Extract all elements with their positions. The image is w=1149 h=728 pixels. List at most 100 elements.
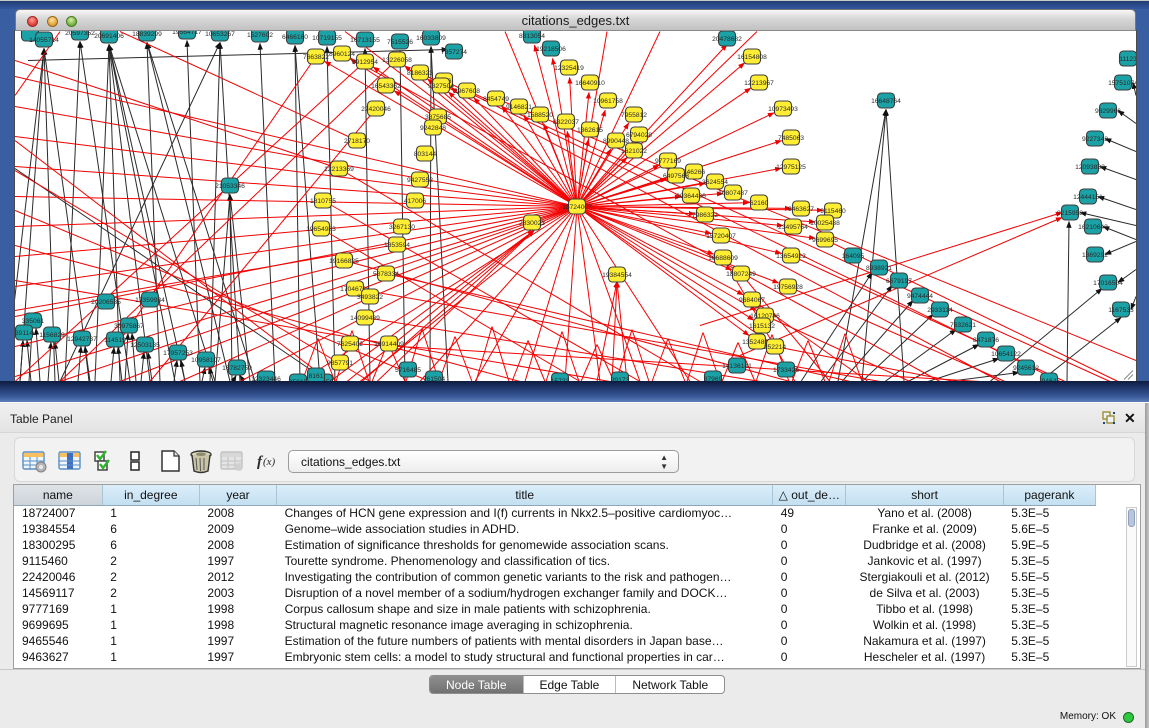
svg-text:22420046: 22420046 — [361, 105, 391, 112]
svg-text:7515526: 7515526 — [387, 38, 413, 45]
svg-text:10958107: 10958107 — [191, 356, 221, 363]
svg-text:3493822: 3493822 — [357, 293, 383, 300]
svg-text:8215958: 8215958 — [1057, 209, 1083, 216]
svg-text:10654122: 10654122 — [991, 350, 1021, 357]
svg-text:16210643: 16210643 — [1078, 223, 1108, 230]
svg-text:9242848: 9242848 — [420, 124, 446, 131]
svg-text:7663822: 7663822 — [303, 53, 329, 60]
svg-text:10961758: 10961758 — [593, 97, 623, 104]
svg-text:7986322: 7986322 — [692, 211, 718, 218]
svg-text:164095: 164095 — [842, 252, 865, 259]
svg-text:12325419: 12325419 — [554, 64, 584, 71]
svg-text:9115460: 9115460 — [820, 207, 846, 214]
svg-text:417006: 417006 — [404, 197, 427, 204]
svg-text:1369292: 1369292 — [1082, 251, 1108, 258]
svg-text:6466160: 6466160 — [282, 33, 308, 40]
svg-text:16154808: 16154808 — [737, 53, 767, 60]
svg-text:12503135: 12503135 — [130, 341, 160, 348]
svg-text:16033809: 16033809 — [416, 34, 446, 41]
svg-text:1733426: 1733426 — [773, 366, 799, 373]
svg-text:114519: 114519 — [104, 336, 126, 343]
svg-text:20597352: 20597352 — [65, 31, 95, 37]
svg-text:2718170: 2718170 — [344, 137, 370, 144]
svg-text:17957253: 17957253 — [163, 349, 193, 356]
svg-text:8471876: 8471876 — [973, 336, 999, 343]
svg-text:9327504: 9327504 — [428, 82, 454, 89]
svg-text:12942737: 12942737 — [67, 335, 97, 342]
svg-text:9777169: 9777169 — [655, 157, 681, 164]
svg-text:9329966: 9329966 — [1095, 107, 1121, 114]
svg-text:23495764: 23495764 — [778, 223, 808, 230]
svg-text:18724007: 18724007 — [562, 203, 592, 210]
svg-text:19384554: 19384554 — [602, 271, 632, 278]
svg-text:17359934: 17359934 — [135, 296, 165, 303]
svg-text:3624554: 3624554 — [702, 178, 728, 185]
svg-text:19218506: 19218506 — [536, 45, 566, 52]
svg-text:17016504: 17016504 — [1093, 279, 1123, 286]
svg-text:5716485: 5716485 — [395, 366, 421, 373]
svg-text:6794028: 6794028 — [626, 131, 652, 138]
svg-text:16713155: 16713155 — [350, 36, 380, 43]
svg-text:20478682: 20478682 — [712, 35, 742, 42]
svg-text:8990448: 8990448 — [603, 137, 629, 144]
svg-text:20206535: 20206535 — [91, 298, 121, 305]
svg-text:14136141: 14136141 — [722, 362, 752, 369]
svg-text:7357274: 7357274 — [441, 48, 467, 55]
svg-text:19166825: 19166825 — [329, 257, 359, 264]
svg-text:8454749: 8454749 — [483, 95, 509, 102]
svg-text:62160: 62160 — [750, 199, 769, 206]
svg-text:(x): (x) — [263, 456, 276, 468]
svg-text:10719155: 10719155 — [312, 34, 342, 41]
svg-text:9463627: 9463627 — [788, 205, 814, 212]
svg-text:10653267: 10653267 — [205, 31, 235, 38]
svg-text:10807487: 10807487 — [718, 189, 748, 196]
svg-text:1353594: 1353594 — [384, 241, 410, 248]
svg-text:6497568: 6497568 — [663, 172, 689, 179]
svg-text:11123: 11123 — [1119, 55, 1136, 62]
svg-text:1621022: 1621022 — [621, 147, 647, 154]
svg-text:10025438: 10025438 — [810, 219, 840, 226]
svg-text:16782759: 16782759 — [222, 364, 252, 371]
svg-text:7625402: 7625402 — [337, 340, 363, 347]
svg-text:2830023: 2830023 — [519, 219, 545, 226]
svg-text:12213369: 12213369 — [324, 165, 354, 172]
svg-text:9227342: 9227342 — [1082, 135, 1108, 142]
svg-text:9474444: 9474444 — [907, 292, 933, 299]
svg-text:3267130: 3267130 — [389, 223, 415, 230]
svg-text:6679197: 6679197 — [886, 277, 912, 284]
svg-text:15720407: 15720407 — [706, 232, 736, 239]
svg-text:16543362: 16543362 — [371, 82, 401, 89]
svg-text:7485063: 7485063 — [778, 134, 804, 141]
svg-text:16648764: 16648764 — [871, 97, 901, 104]
svg-text:9427552: 9427552 — [407, 176, 433, 183]
svg-text:5878334: 5878334 — [373, 270, 399, 277]
svg-text:8186323: 8186323 — [407, 69, 433, 76]
svg-text:13654923: 13654923 — [776, 252, 806, 259]
svg-text:1810755: 1810755 — [310, 197, 336, 204]
svg-text:8938921: 8938921 — [866, 264, 892, 271]
svg-text:9699695: 9699695 — [812, 236, 838, 243]
svg-text:9146821: 9146821 — [506, 103, 532, 110]
svg-text:1156829: 1156829 — [39, 331, 65, 338]
svg-text:9245612: 9245612 — [1013, 364, 1039, 371]
svg-text:18807249: 18807249 — [726, 270, 756, 277]
svg-text:39114: 39114 — [15, 329, 33, 336]
svg-text:8322037: 8322037 — [553, 118, 579, 125]
svg-text:7632621: 7632621 — [950, 321, 976, 328]
svg-text:1362615: 1362615 — [577, 126, 603, 133]
svg-text:12213967: 12213967 — [744, 79, 774, 86]
svg-text:2933114: 2933114 — [927, 306, 953, 313]
svg-text:10688609: 10688609 — [708, 254, 738, 261]
svg-text:1527602: 1527602 — [247, 31, 273, 38]
svg-text:252214: 252214 — [764, 343, 787, 350]
svg-text:1615132: 1615132 — [749, 322, 775, 329]
svg-text:12975125: 12975125 — [776, 163, 806, 170]
svg-text:12093832: 12093832 — [1075, 163, 1105, 170]
svg-text:20691406: 20691406 — [94, 32, 124, 39]
svg-text:30975867: 30975867 — [114, 322, 144, 329]
svg-text:14055714: 14055714 — [29, 36, 59, 43]
svg-text:8960124: 8960124 — [329, 50, 355, 57]
svg-text:8161: 8161 — [309, 372, 324, 379]
svg-text:10973493: 10973493 — [768, 105, 798, 112]
svg-text:12444151: 12444151 — [1073, 193, 1103, 200]
